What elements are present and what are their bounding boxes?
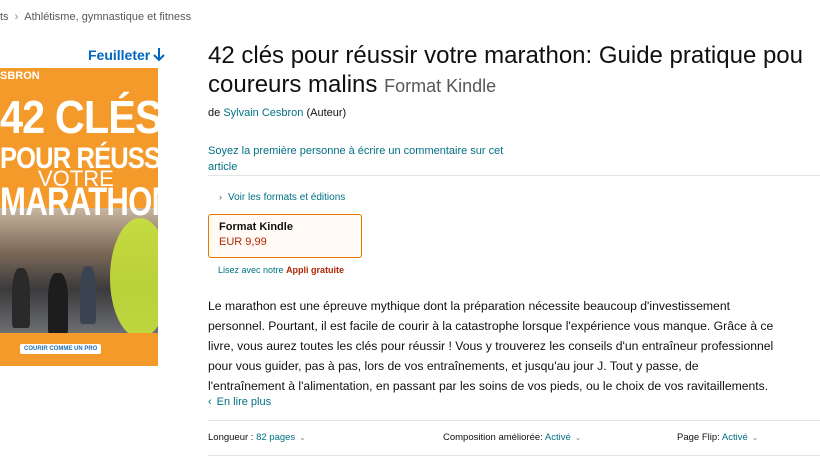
read-more-label: En lire plus	[216, 396, 272, 408]
product-title: 42 clés pour réussir votre marathon: Gui…	[208, 41, 820, 101]
attribute-page-flip: Page Flip: Activé ⌄	[677, 432, 758, 443]
free-app-link[interactable]: Appli gratuite	[286, 265, 344, 275]
product-title-line1: 42 clés pour réussir votre marathon: Gui…	[208, 42, 803, 69]
format-kindle-label: Format Kindle	[219, 221, 293, 233]
attribute-value-dropdown[interactable]: Activé	[545, 432, 571, 443]
description-line: personnel. Pourtant, il est facile de co…	[208, 319, 774, 333]
description-line: livre, vous aurez toutes les clés pour r…	[208, 339, 774, 353]
description-line: l'entraînement à l'alimentation, en pass…	[208, 379, 769, 393]
cover-title-line1: 42 CLÉS	[0, 91, 158, 143]
see-formats-link[interactable]: › Voir les formats et éditions	[219, 192, 345, 203]
description-line: pour vous guider, pas à pas, lors de vos…	[208, 359, 699, 373]
product-description: Le marathon est une épreuve mythique don…	[208, 296, 788, 396]
author-role: (Auteur)	[306, 107, 347, 119]
chevron-down-icon: ⌄	[574, 433, 582, 442]
free-app-prefix: Lisez avec notre	[218, 265, 284, 275]
cover-runner	[48, 273, 68, 335]
breadcrumb-prev[interactable]: ts	[0, 11, 9, 23]
attribute-value-dropdown[interactable]: 82 pages	[256, 432, 295, 443]
attribute-label: Page Flip:	[677, 432, 720, 443]
read-more-link[interactable]: ‹ En lire plus	[208, 396, 271, 408]
cover-runner	[12, 268, 30, 328]
attribute-value-dropdown[interactable]: Activé	[722, 432, 748, 443]
product-format: Format Kindle	[384, 76, 497, 96]
author-link[interactable]: Sylvain Cesbron	[223, 107, 303, 119]
attribute-length: Longueur : 82 pages ⌄	[208, 432, 306, 443]
arrow-down-icon	[153, 48, 165, 62]
attribute-enhanced-typesetting: Composition améliorée: Activé ⌄	[443, 432, 582, 443]
write-review-link[interactable]: Soyez la première personne à écrire un c…	[208, 143, 528, 175]
cover-author: SBRON	[0, 70, 40, 82]
breadcrumb-separator: ›	[14, 11, 19, 23]
format-kindle-option[interactable]: Format Kindle EUR 9,99	[208, 214, 362, 258]
free-app-line: Lisez avec notre Appli gratuite	[218, 265, 344, 275]
see-formats-label: Voir les formats et éditions	[228, 192, 346, 203]
divider	[208, 455, 820, 456]
attribute-label: Composition améliorée:	[443, 432, 543, 443]
breadcrumb: ts › Athlétisme, gymnastique et fitness	[0, 11, 191, 23]
write-review-line2: article	[208, 161, 238, 173]
chevron-down-icon: ⌄	[751, 433, 759, 442]
look-inside-label: Feuilleter	[88, 47, 151, 63]
cover-brand-logo: COURIR COMME UN PRO	[20, 344, 102, 354]
format-kindle-price: EUR 9,99	[219, 236, 267, 248]
description-line: Le marathon est une épreuve mythique don…	[208, 299, 730, 313]
byline: de Sylvain Cesbron (Auteur)	[208, 107, 346, 119]
write-review-line1: Soyez la première personne à écrire un c…	[208, 145, 504, 157]
chevron-down-icon: ⌄	[299, 433, 306, 442]
divider	[208, 420, 820, 421]
cover-runner	[80, 266, 96, 324]
product-title-line2: coureurs malins	[208, 71, 378, 98]
byline-prefix: de	[208, 107, 221, 119]
cover-title-line4: MARATHON	[0, 180, 158, 224]
breadcrumb-current[interactable]: Athlétisme, gymnastique et fitness	[24, 11, 191, 23]
look-inside-button[interactable]: Feuilleter	[88, 47, 166, 63]
divider	[208, 175, 820, 176]
chevron-right-icon: ›	[219, 192, 222, 202]
book-cover-image[interactable]: SBRON 42 CLÉS POUR RÉUSSIR VOTRE MARATHO…	[0, 68, 158, 366]
chevron-left-icon: ‹	[208, 396, 212, 408]
attribute-label: Longueur :	[208, 432, 254, 443]
